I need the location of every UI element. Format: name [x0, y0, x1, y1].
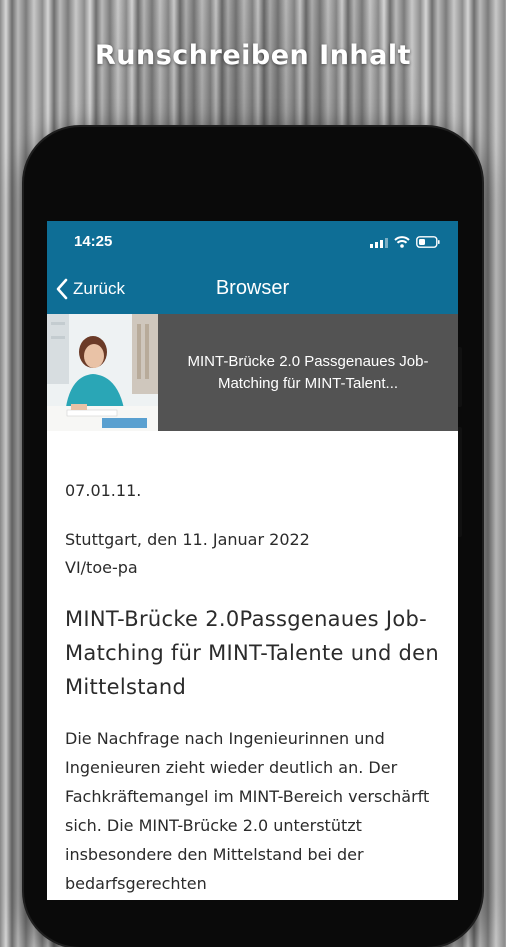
article-card-title: MINT-Brücke 2.0 Passgenaues Job-Matching… [187, 352, 429, 392]
nav-title: Browser [215, 277, 290, 299]
status-bar: 14:25 [47, 221, 458, 263]
article-code: VI/toe-pa [65, 558, 138, 577]
article-content: 07.01.11. Stuttgart, den 11. Januar 2022… [47, 481, 458, 898]
battery-icon [416, 236, 440, 248]
promo-headline: Runschreiben Inhalt [94, 40, 412, 71]
article-place-date-block: Stuttgart, den 11. Januar 2022 VI/toe-pa [65, 526, 440, 582]
article-heading: MINT-Brücke 2.0Passgenaues Job-Matching … [65, 607, 440, 699]
article-header-card[interactable]: MINT-Brücke 2.0 Passgenaues Job-Matching… [47, 314, 458, 431]
status-time: 14:25 [74, 233, 113, 250]
signal-icon [370, 237, 388, 248]
wifi-icon [394, 236, 410, 248]
status-icons [370, 236, 440, 248]
article-place-date: Stuttgart, den 11. Januar 2022 [65, 530, 310, 549]
article-thumbnail [47, 314, 158, 431]
article-body: Die Nachfrage nach Ingenieurinnen und In… [65, 729, 430, 893]
navigation-bar: Zurück Browser [47, 263, 458, 314]
article-reference: 07.01.11. [65, 481, 142, 500]
app-screen: 14:25 Zurück Browser MINT-Brücke 2.0 Pas… [47, 221, 458, 900]
